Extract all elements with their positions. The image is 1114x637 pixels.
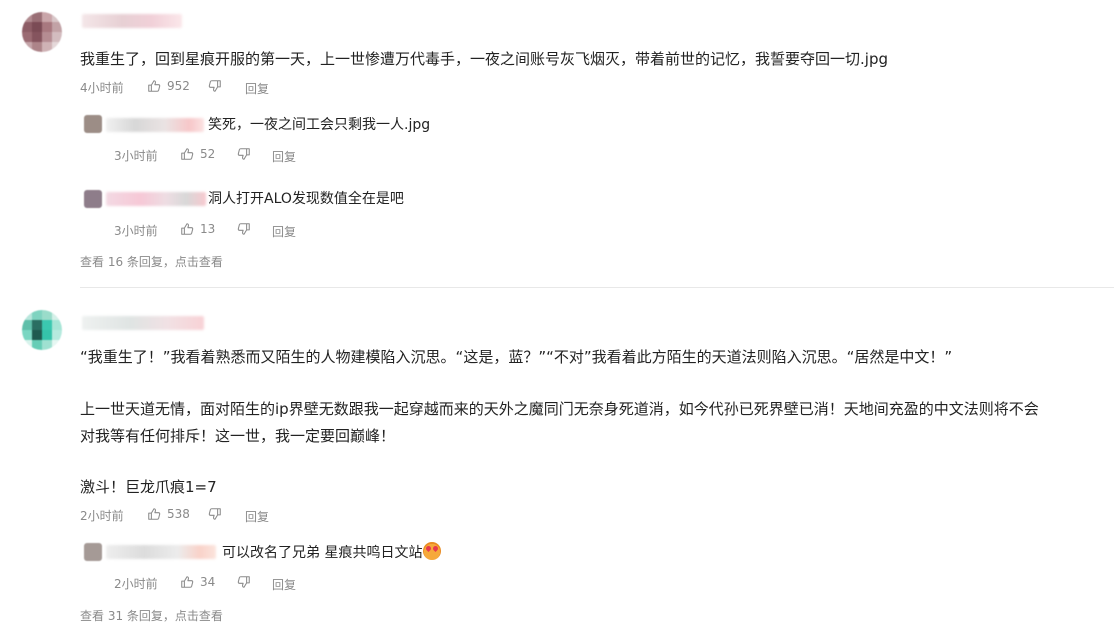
- heart-eyes-emoji-icon: [423, 542, 442, 560]
- comment-text: 对我等有任何排斥！这一世，我一定要回巅峰！: [80, 427, 396, 445]
- divider: [80, 287, 1114, 288]
- thumbs-up-icon: [181, 576, 194, 588]
- comment-text: 我重生了，回到星痕开服的第一天，上一世惨遭万代毒手，一夜之间账号灰飞烟灭，带着前…: [80, 50, 888, 68]
- comment-time: 4小时前: [80, 81, 124, 95]
- view-more-replies[interactable]: 查看 31 条回复，点击查看: [80, 607, 223, 624]
- comment-text: “我重生了！”我看着熟悉而又陌生的人物建模陷入沉思。“这是，蓝？”“不对”我看着…: [80, 348, 953, 366]
- reply-time: 3小时前: [114, 149, 158, 163]
- thumbs-down-icon: [237, 148, 250, 160]
- dislike-button[interactable]: [237, 575, 251, 589]
- avatar[interactable]: [84, 543, 102, 561]
- like-count: 952: [167, 79, 190, 93]
- dislike-button[interactable]: [237, 222, 251, 236]
- reply-time: 3小时前: [114, 224, 158, 238]
- reply-text: 可以改名了兄弟 星痕共鸣日文站: [222, 542, 442, 563]
- thumbs-down-icon: [237, 576, 250, 588]
- thumbs-up-icon: [148, 508, 161, 520]
- view-more-replies[interactable]: 查看 16 条回复，点击查看: [80, 253, 223, 270]
- like-button[interactable]: 538: [147, 507, 190, 521]
- dislike-button[interactable]: [237, 147, 251, 161]
- username[interactable]: [106, 118, 204, 132]
- avatar[interactable]: [22, 12, 62, 52]
- thumbs-down-icon: [208, 508, 221, 520]
- username[interactable]: [82, 14, 182, 28]
- thumbs-up-icon: [181, 148, 194, 160]
- like-count: 538: [167, 507, 190, 521]
- thumbs-up-icon: [148, 80, 161, 92]
- reply-text-content: 可以改名了兄弟 星痕共鸣日文站: [222, 545, 423, 561]
- avatar[interactable]: [22, 310, 62, 350]
- reply-button[interactable]: 回复: [245, 508, 269, 525]
- like-button[interactable]: 952: [147, 79, 190, 93]
- reply-button[interactable]: 回复: [272, 148, 296, 165]
- like-button[interactable]: 52: [180, 147, 215, 161]
- reply-button[interactable]: 回复: [272, 576, 296, 593]
- dislike-button[interactable]: [208, 507, 222, 521]
- thumbs-down-icon: [237, 223, 250, 235]
- comment-text: 激斗！巨龙爪痕1=7: [80, 478, 217, 496]
- like-count: 34: [200, 575, 216, 589]
- username[interactable]: [106, 192, 206, 206]
- reply-text: 笑死，一夜之间工会只剩我一人.jpg: [208, 117, 431, 133]
- reply-text: 洞人打开ALO发现数值全在是吧: [208, 191, 404, 207]
- like-button[interactable]: 34: [180, 575, 215, 589]
- like-count: 52: [200, 147, 216, 161]
- dislike-button[interactable]: [208, 79, 222, 93]
- avatar[interactable]: [84, 115, 102, 133]
- comment-text: 上一世天道无情，面对陌生的ip界壁无数跟我一起穿越而来的天外之魔同门无奈身死道消…: [80, 400, 1039, 418]
- like-button[interactable]: 13: [180, 222, 215, 236]
- like-count: 13: [200, 222, 216, 236]
- username[interactable]: [82, 316, 204, 330]
- reply-button[interactable]: 回复: [245, 80, 269, 97]
- thumbs-down-icon: [208, 80, 221, 92]
- comment-time: 2小时前: [80, 509, 124, 523]
- thumbs-up-icon: [181, 223, 194, 235]
- avatar[interactable]: [84, 190, 102, 208]
- reply-button[interactable]: 回复: [272, 223, 296, 240]
- username[interactable]: [106, 545, 216, 559]
- reply-time: 2小时前: [114, 577, 158, 591]
